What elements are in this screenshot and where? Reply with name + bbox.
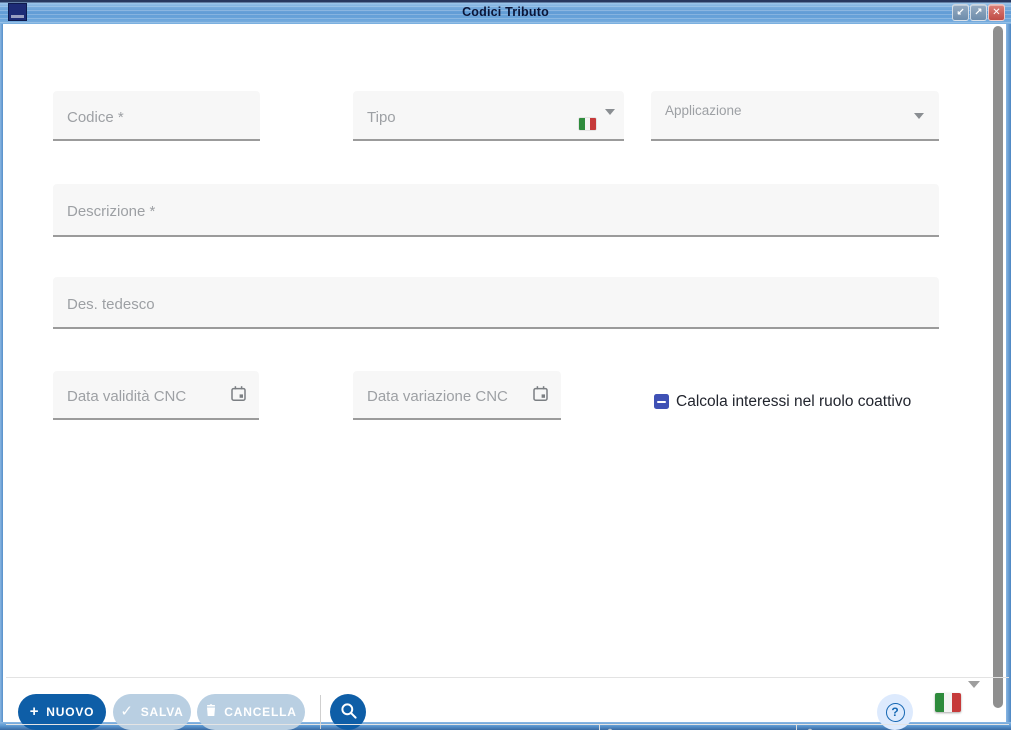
trash-icon — [205, 703, 217, 720]
maximize-icon: ↗ — [974, 6, 983, 18]
calendar-icon[interactable] — [230, 385, 247, 407]
caret-down-icon[interactable] — [968, 681, 980, 688]
salva-button-label: SALVA — [140, 705, 184, 719]
footer-separator — [6, 677, 1009, 678]
restore-window-button[interactable]: ↙ — [952, 4, 969, 21]
des-tedesco-field[interactable]: Des. tedesco — [53, 277, 939, 329]
search-icon — [339, 701, 358, 723]
caret-down-icon — [914, 113, 924, 119]
close-icon: ✕ — [992, 6, 1001, 18]
data-validita-cnc-field[interactable]: Data validità CNC — [53, 371, 259, 420]
des-tedesco-placeholder: Des. tedesco — [67, 295, 155, 313]
maximize-window-button[interactable]: ↗ — [970, 4, 987, 21]
calendar-icon[interactable] — [532, 385, 549, 407]
descrizione-field[interactable]: Descrizione * — [53, 184, 939, 237]
form-content: Codice * Tipo Applicazione Descrizione *… — [3, 24, 1009, 730]
close-window-button[interactable]: ✕ — [988, 4, 1005, 21]
descrizione-placeholder: Descrizione * — [67, 203, 156, 220]
bottom-strip-separator — [6, 724, 1009, 725]
data-validita-placeholder: Data validità CNC — [67, 388, 187, 405]
applicazione-placeholder: Applicazione — [665, 102, 742, 118]
language-flag-it-icon[interactable] — [935, 693, 961, 712]
applicazione-select[interactable]: Applicazione — [651, 91, 939, 141]
check-icon: ✓ — [120, 702, 134, 720]
calcola-interessi-label: Calcola interessi nel ruolo coattivo — [676, 393, 912, 410]
bottom-cell-divider — [796, 725, 797, 730]
tipo-placeholder: Tipo — [367, 108, 396, 126]
titlebar: Codici Tributo ↙ ↗ ✕ — [0, 0, 1011, 24]
calcola-interessi-checkbox[interactable] — [654, 394, 669, 409]
window-title: Codici Tributo — [462, 5, 549, 19]
cancella-button-label: CANCELLA — [224, 705, 297, 719]
codice-placeholder: Codice * — [67, 108, 124, 126]
tipo-select[interactable]: Tipo — [353, 91, 624, 141]
window-border-right — [1006, 24, 1011, 730]
data-variazione-cnc-field[interactable]: Data variazione CNC — [353, 371, 561, 420]
flag-it-icon — [579, 118, 596, 130]
codice-field[interactable]: Codice * — [53, 91, 260, 141]
restore-icon: ↙ — [956, 6, 965, 18]
nuovo-button-label: NUOVO — [46, 705, 95, 719]
codici-tributo-window: Codici Tributo ↙ ↗ ✕ Codice * Tipo Appli… — [0, 0, 1011, 730]
vertical-scrollbar[interactable] — [993, 26, 1003, 708]
bottom-cell-divider — [599, 725, 600, 730]
plus-icon: + — [29, 702, 40, 720]
data-variazione-placeholder: Data variazione CNC — [367, 388, 508, 405]
caret-down-icon — [605, 109, 615, 115]
help-icon: ? — [885, 702, 905, 722]
